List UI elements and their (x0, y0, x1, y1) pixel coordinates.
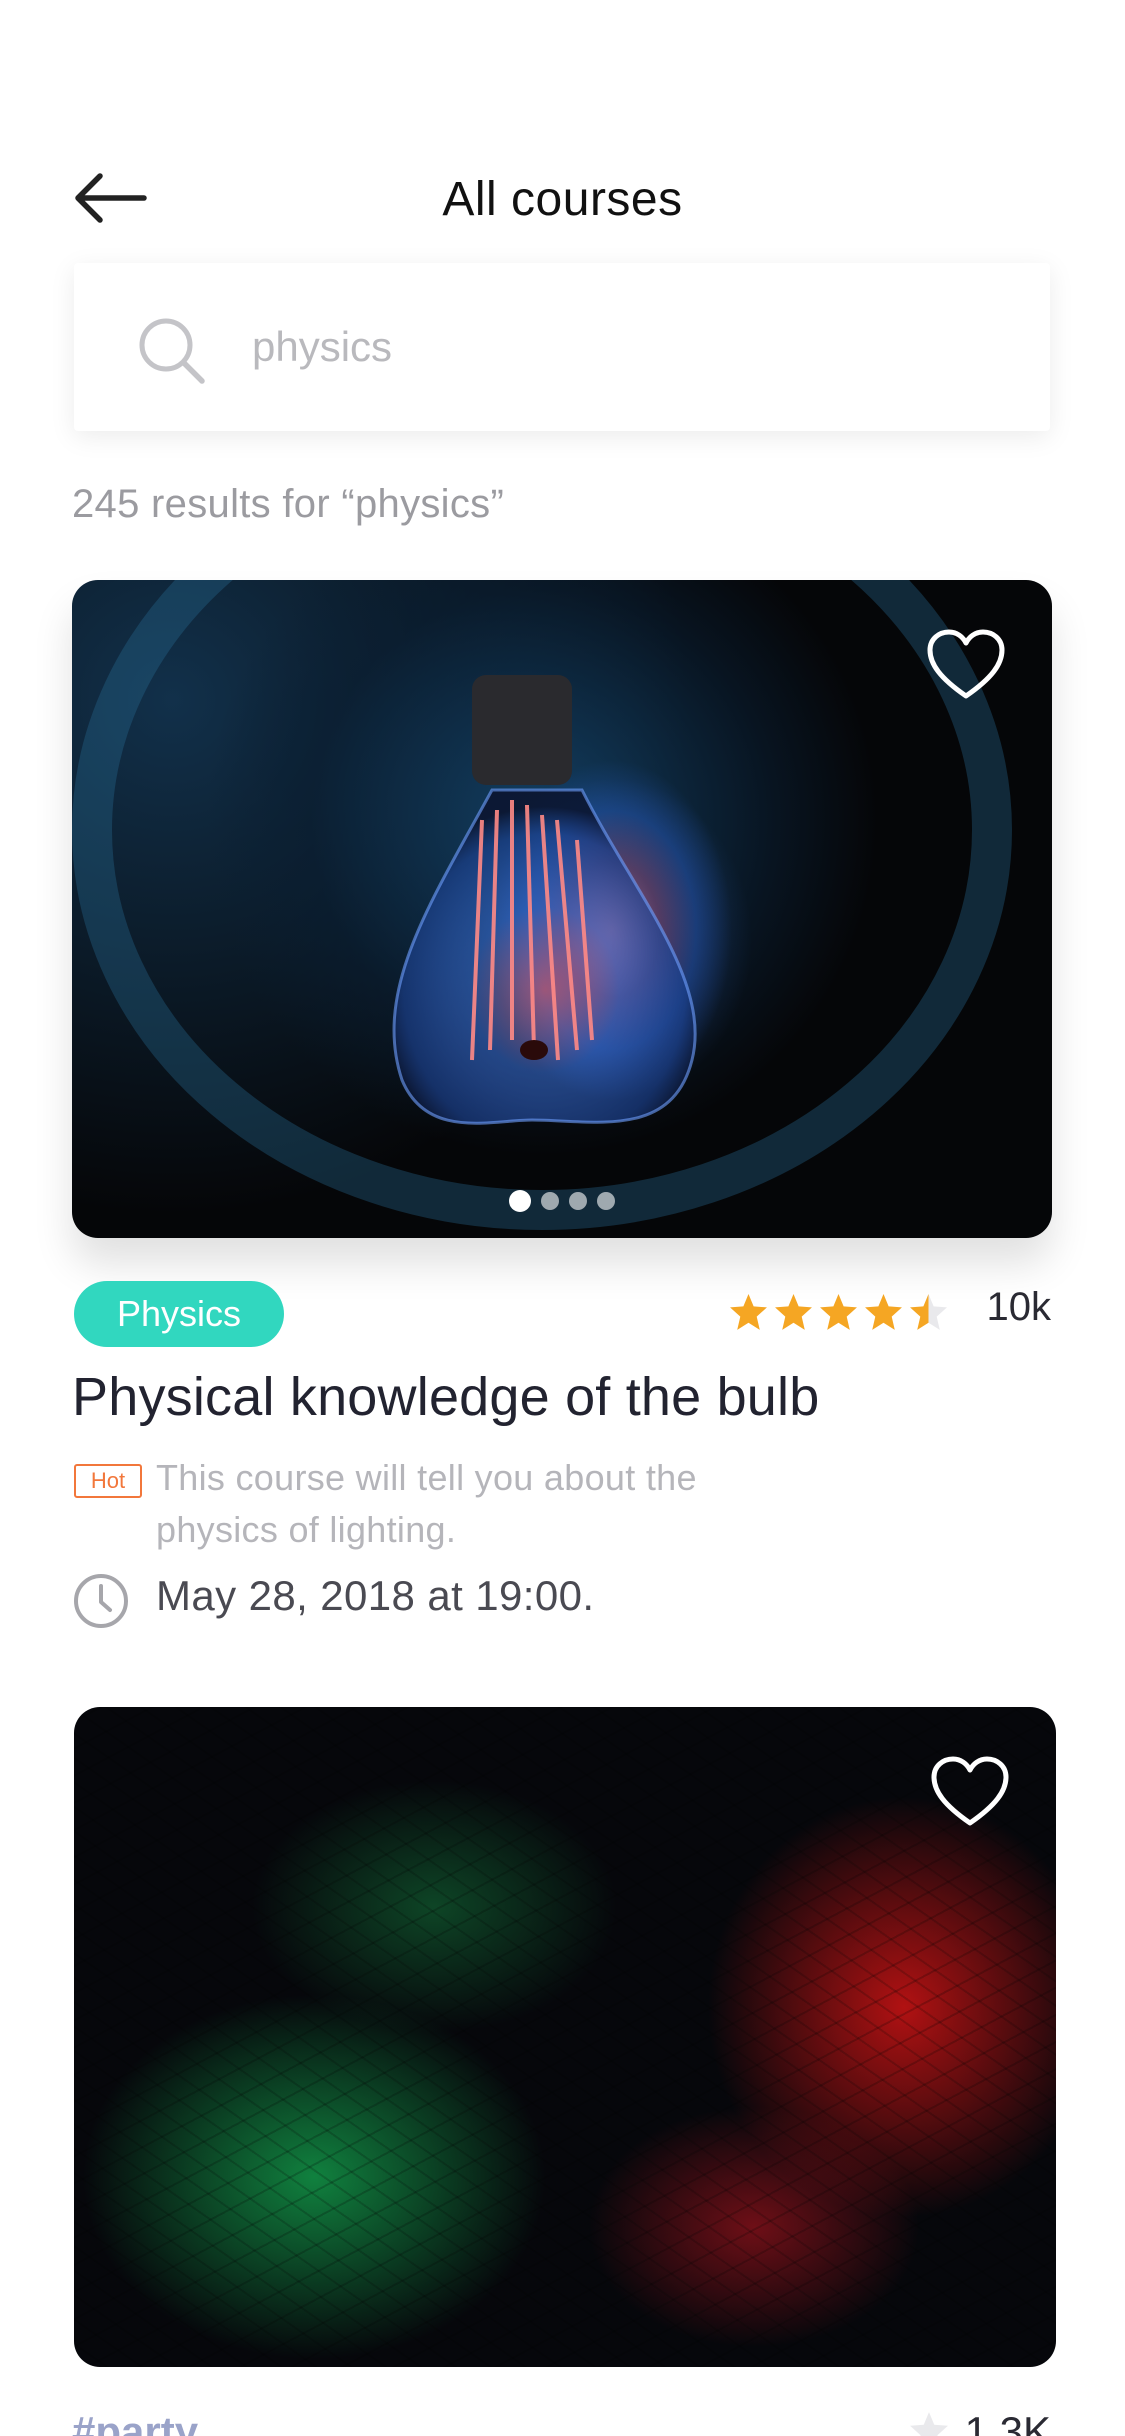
search-icon (139, 318, 205, 384)
star-full-icon (820, 1294, 857, 1330)
rating-stars (728, 1292, 949, 1336)
carousel-dot[interactable] (541, 1192, 559, 1210)
search-bar[interactable] (74, 263, 1050, 431)
network-mesh-photo (74, 1707, 1056, 2367)
heart-outline-icon[interactable] (928, 1751, 1012, 1835)
course-description: This course will tell you about the phys… (156, 1457, 697, 1550)
hot-badge: Hot (74, 1464, 142, 1498)
category-tag[interactable]: Physics (74, 1281, 284, 1347)
light-bulb-photo (72, 580, 1012, 1230)
course-image[interactable] (74, 1707, 1056, 2367)
star-half-icon (910, 1294, 947, 1330)
category-tag[interactable]: #party (72, 2408, 198, 2436)
page-title: All courses (442, 173, 683, 226)
search-input[interactable] (252, 307, 1012, 387)
carousel-dot-active[interactable] (509, 1190, 531, 1212)
results-count: 245 results for “physics” (72, 482, 505, 526)
star-full-icon (865, 1294, 902, 1330)
heart-outline-icon[interactable] (924, 624, 1008, 708)
star-full-icon (775, 1294, 812, 1330)
course-image[interactable] (72, 580, 1052, 1238)
star-icon (910, 2412, 948, 2436)
clock-icon (74, 1574, 128, 1628)
carousel-dot[interactable] (569, 1192, 587, 1210)
rating-count: 10k (986, 1285, 1052, 1329)
rating-count: 1.3K (964, 2408, 1051, 2436)
star-full-icon (730, 1294, 767, 1330)
header: All courses (0, 150, 1125, 250)
carousel-dots[interactable] (72, 1190, 1052, 1212)
carousel-dot[interactable] (597, 1192, 615, 1210)
course-search-screen: All courses 245 results for “physics” (0, 0, 1125, 2436)
course-datetime: May 28, 2018 at 19:00. (156, 1572, 595, 1619)
course-title[interactable]: Physical knowledge of the bulb (72, 1366, 819, 1428)
